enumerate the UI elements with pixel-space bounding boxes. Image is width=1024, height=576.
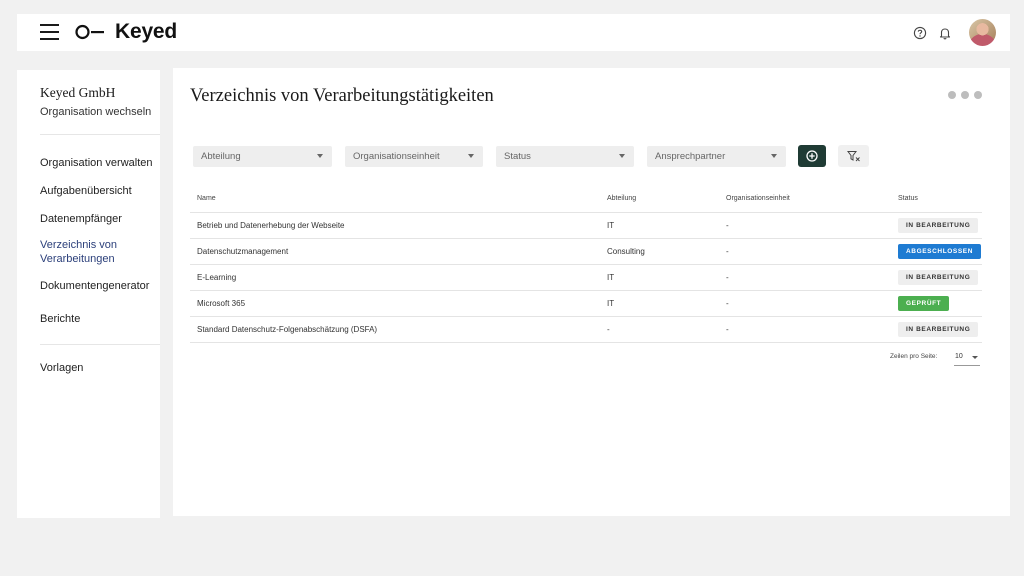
organization-name: Keyed GmbH: [40, 85, 116, 100]
cell-abteilung: -: [607, 325, 610, 334]
status-badge: ABGESCHLOSSEN: [898, 244, 982, 259]
rows-per-page-select[interactable]: 10: [954, 350, 980, 366]
cell-organisationseinheit: -: [726, 221, 729, 230]
chevron-down-icon: [317, 154, 323, 158]
column-header-name[interactable]: Name: [197, 195, 216, 202]
cell-abteilung: IT: [607, 273, 615, 282]
logo-text: Keyed: [115, 20, 178, 43]
chevron-down-icon: [972, 356, 978, 359]
status-badge: IN BEARBEITUNG: [898, 218, 979, 233]
top-bar: Keyed: [17, 14, 1010, 51]
processing-table: Name Abteilung Organisationseinheit Stat…: [190, 187, 982, 343]
cell-name: E-Learning: [197, 273, 237, 282]
divider: [40, 134, 160, 135]
status-badge: IN BEARBEITUNG: [898, 270, 979, 285]
cell-organisationseinheit: -: [726, 247, 729, 256]
filter-abteilung-label: Abteilung: [201, 151, 241, 162]
divider: [40, 344, 160, 345]
sidebar-item-datenempfaenger[interactable]: Datenempfänger: [40, 212, 158, 226]
sidebar-item-verzeichnis-von-verarbeitungen[interactable]: Verzeichnis von Verarbeitungen: [40, 238, 130, 266]
filter-organisationseinheit[interactable]: Organisationseinheit: [345, 146, 483, 167]
cell-name: Microsoft 365: [197, 299, 246, 308]
cell-abteilung: IT: [607, 221, 615, 230]
main-panel: Verzeichnis von Verarbeitungstätigkeiten…: [173, 68, 1010, 516]
cell-name: Standard Datenschutz-Folgenabschätzung (…: [197, 325, 378, 334]
bell-icon[interactable]: [938, 26, 952, 40]
table-row[interactable]: Datenschutzmanagement Consulting - ABGES…: [190, 239, 982, 265]
logo[interactable]: Keyed: [75, 20, 178, 43]
cell-organisationseinheit: -: [726, 299, 729, 308]
chevron-down-icon: [468, 154, 474, 158]
chevron-down-icon: [619, 154, 625, 158]
cell-abteilung: IT: [607, 299, 615, 308]
sidebar-item-dokumentengenerator[interactable]: Dokumentengenerator: [40, 279, 158, 293]
cell-organisationseinheit: -: [726, 273, 729, 282]
sidebar: Keyed GmbH Organisation wechseln Organis…: [17, 70, 160, 518]
table-row[interactable]: Microsoft 365 IT - GEPRÜFT: [190, 291, 982, 317]
column-header-status[interactable]: Status: [898, 195, 918, 202]
clear-filters-button[interactable]: [838, 145, 869, 167]
filter-clear-icon: [846, 151, 860, 162]
status-badge: IN BEARBEITUNG: [898, 322, 979, 337]
table-row[interactable]: Standard Datenschutz-Folgenabschätzung (…: [190, 317, 982, 343]
rows-per-page-value: 10: [955, 353, 963, 360]
table-header: Name Abteilung Organisationseinheit Stat…: [190, 187, 982, 213]
cell-name: Datenschutzmanagement: [197, 247, 289, 256]
filter-status-label: Status: [504, 151, 531, 162]
more-options-icon[interactable]: [948, 91, 987, 99]
filter-ansprechpartner-label: Ansprechpartner: [655, 151, 726, 162]
chevron-down-icon: [771, 154, 777, 158]
table-row[interactable]: Betrieb und Datenerhebung der Webseite I…: [190, 213, 982, 239]
cell-organisationseinheit: -: [726, 325, 729, 334]
plus-circle-icon: [806, 150, 818, 162]
logo-mark-icon: [75, 24, 104, 40]
menu-icon[interactable]: [40, 23, 59, 41]
filter-abteilung[interactable]: Abteilung: [193, 146, 332, 167]
column-header-organisationseinheit[interactable]: Organisationseinheit: [726, 195, 790, 202]
sidebar-item-organisation-verwalten[interactable]: Organisation verwalten: [40, 156, 158, 170]
switch-organization-link[interactable]: Organisation wechseln: [40, 106, 151, 118]
filter-organisationseinheit-label: Organisationseinheit: [353, 151, 440, 162]
column-header-abteilung[interactable]: Abteilung: [607, 195, 636, 202]
cell-name: Betrieb und Datenerhebung der Webseite: [197, 221, 345, 230]
sidebar-item-berichte[interactable]: Berichte: [40, 312, 158, 326]
table-row[interactable]: E-Learning IT - IN BEARBEITUNG: [190, 265, 982, 291]
sidebar-item-vorlagen[interactable]: Vorlagen: [40, 361, 158, 375]
status-badge: GEPRÜFT: [898, 296, 950, 311]
filter-status[interactable]: Status: [496, 146, 634, 167]
rows-per-page-label: Zeilen pro Seite:: [890, 353, 938, 360]
avatar[interactable]: [969, 19, 996, 46]
page-title: Verzeichnis von Verarbeitungstätigkeiten: [190, 86, 494, 106]
sidebar-item-aufgabenuebersicht[interactable]: Aufgabenübersicht: [40, 184, 158, 198]
help-icon[interactable]: [913, 26, 927, 40]
cell-abteilung: Consulting: [607, 247, 645, 256]
filter-ansprechpartner[interactable]: Ansprechpartner: [647, 146, 786, 167]
add-button[interactable]: [798, 145, 826, 167]
